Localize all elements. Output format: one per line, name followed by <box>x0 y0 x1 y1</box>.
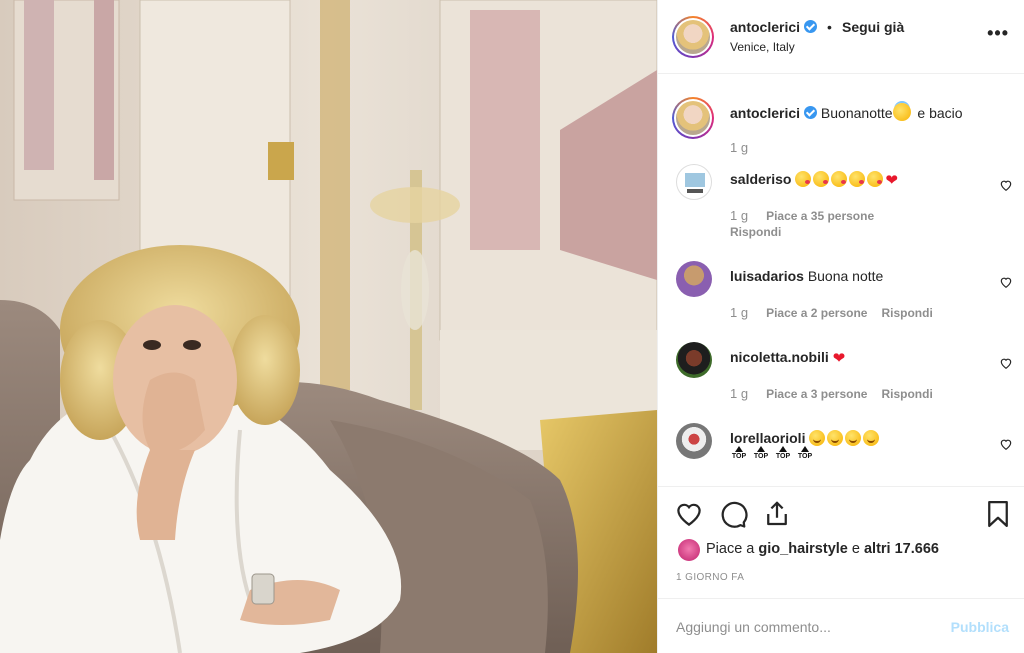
smile-emoji-icon <box>863 430 880 446</box>
author-avatar[interactable] <box>672 16 714 58</box>
commenter-avatar[interactable] <box>676 261 712 297</box>
liker-avatar[interactable] <box>678 539 700 561</box>
red-heart-emoji-icon: ❤ <box>832 350 846 367</box>
post-side-panel: antoclerici • Segui già Venice, Italy ••… <box>657 0 1024 653</box>
comment-time[interactable]: 1 g <box>730 386 748 401</box>
red-heart-emoji-icon: ❤ <box>885 172 898 189</box>
comment-text: salderiso ❤ <box>730 171 898 189</box>
top-emoji-row: TOP TOP TOP TOP <box>731 446 813 460</box>
comments-list[interactable]: antoclerici Buonanotte e bacio 1 g salde… <box>658 75 1024 485</box>
kiss-emoji-icon <box>867 171 884 187</box>
caption-text: antoclerici Buonanotte e bacio <box>730 103 963 121</box>
comment-username[interactable]: salderiso <box>730 171 791 187</box>
smile-emoji-icon <box>809 430 826 446</box>
location-link[interactable]: Venice, Italy <box>730 40 795 54</box>
caption-username[interactable]: antoclerici <box>730 105 800 121</box>
post-timestamp[interactable]: 1 GIORNO FA <box>676 572 744 583</box>
reply-button[interactable]: Rispondi <box>730 225 781 239</box>
add-comment-input[interactable] <box>676 619 936 635</box>
likes-middle: e <box>847 541 864 557</box>
likes-others[interactable]: altri 17.666 <box>864 541 939 557</box>
kiss-emoji-icon <box>849 171 866 187</box>
post-actions: Piace a gio_hairstyle e altri 17.666 1 G… <box>658 486 1024 598</box>
caption-avatar[interactable] <box>672 97 714 139</box>
top-arrow-icon: TOP <box>753 446 769 460</box>
author-username-row[interactable]: antoclerici <box>730 19 818 35</box>
comment-bubble-icon[interactable] <box>718 499 748 529</box>
post-photo-illustration <box>0 0 657 653</box>
top-arrow-icon: TOP <box>731 446 747 460</box>
commenter-avatar[interactable] <box>676 423 712 459</box>
commenter-avatar[interactable] <box>676 342 712 378</box>
caption-body-end: e bacio <box>913 105 963 121</box>
commenter-avatar[interactable] <box>676 164 712 200</box>
post-photo[interactable] <box>0 0 657 653</box>
smile-emoji-icon <box>845 430 862 446</box>
top-arrow-icon: TOP <box>775 446 791 460</box>
like-heart-icon[interactable] <box>674 499 704 529</box>
comment-likes[interactable]: Piace a 35 persone <box>766 209 874 223</box>
like-comment-heart-icon[interactable] <box>999 356 1013 370</box>
following-button[interactable]: Segui già <box>842 19 904 35</box>
caption-time[interactable]: 1 g <box>730 140 748 155</box>
comment-username[interactable]: luisadarios <box>730 268 804 284</box>
comment-likes[interactable]: Piace a 3 persone <box>766 387 867 401</box>
more-options-icon[interactable]: ••• <box>987 24 1009 42</box>
comment-likes[interactable]: Piace a 2 persone <box>766 306 867 320</box>
comment-text: nicoletta.nobili ❤ <box>730 349 845 367</box>
caption-body-start: Buonanotte <box>820 105 893 121</box>
smile-emoji-icon <box>827 430 844 446</box>
share-icon[interactable] <box>762 499 792 529</box>
likes-prefix: Piace a <box>706 541 759 557</box>
comment-meta: 1 g Piace a 2 persone Rispondi <box>730 305 933 320</box>
comment-text: lorellaorioli <box>730 430 881 446</box>
kiss-emoji-icon <box>795 171 812 187</box>
like-comment-heart-icon[interactable] <box>999 178 1013 192</box>
verified-badge-icon <box>804 20 818 33</box>
comment-time[interactable]: 1 g <box>730 305 748 320</box>
publish-button[interactable]: Pubblica <box>951 619 1009 635</box>
comment-username[interactable]: nicoletta.nobili <box>730 349 829 365</box>
top-arrow-icon: TOP <box>797 446 813 460</box>
liker-username[interactable]: gio_hairstyle <box>758 541 847 557</box>
like-comment-heart-icon[interactable] <box>999 437 1013 451</box>
separator-dot: • <box>827 19 832 35</box>
bookmark-icon[interactable] <box>983 499 1013 529</box>
post-header: antoclerici • Segui già Venice, Italy ••… <box>658 0 1024 74</box>
reply-button[interactable]: Rispondi <box>881 387 932 401</box>
like-comment-heart-icon[interactable] <box>999 275 1013 289</box>
add-comment-bar: Pubblica <box>658 598 1024 653</box>
comment-username[interactable]: lorellaorioli <box>730 430 805 446</box>
comment-meta: 1 g Piace a 35 persone <box>730 208 874 223</box>
comment-meta: 1 g Piace a 3 persone Rispondi <box>730 386 933 401</box>
author-username[interactable]: antoclerici <box>730 19 800 35</box>
comment-body: Buona notte <box>807 268 884 284</box>
verified-badge-icon <box>804 106 818 119</box>
comment-text: luisadarios Buona notte <box>730 268 883 284</box>
comment-time[interactable]: 1 g <box>730 208 748 223</box>
kiss-emoji-icon <box>813 171 830 187</box>
likes-summary[interactable]: Piace a gio_hairstyle e altri 17.666 <box>706 541 939 557</box>
reply-button[interactable]: Rispondi <box>881 306 932 320</box>
smiling-halo-emoji-icon <box>892 103 911 121</box>
kiss-emoji-icon <box>831 171 848 187</box>
